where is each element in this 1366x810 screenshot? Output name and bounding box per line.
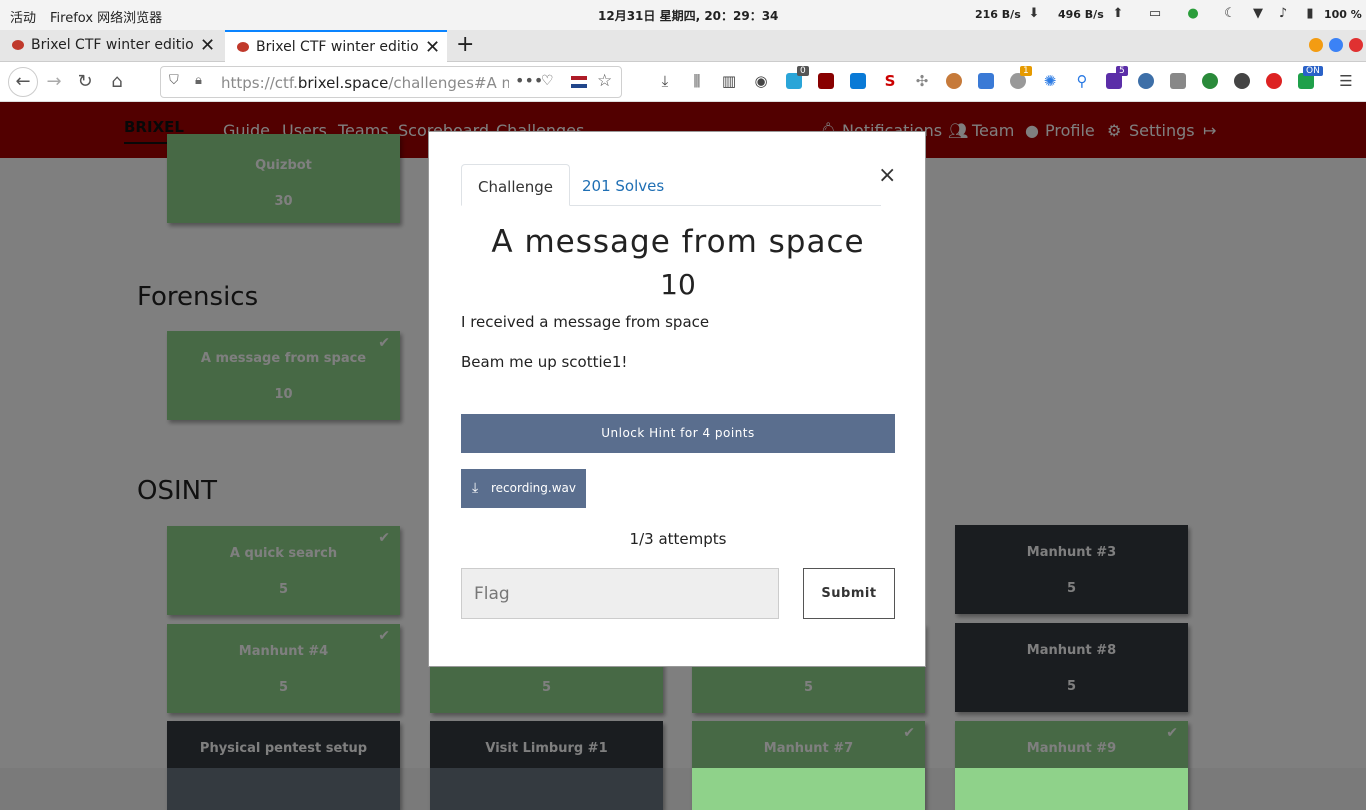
browser-tab[interactable]: Brixel CTF winter edition ✕ [0,30,222,62]
green-extension-icon[interactable] [1202,73,1218,89]
url-text[interactable]: https://ctf.brixel.space/challenges#A me [221,74,509,92]
extension-badge: 0 [797,66,809,76]
extension-badge: 5 [1116,66,1128,76]
net-up-speed: 496 B/s [1058,8,1104,21]
netherlands-flag-icon[interactable] [571,76,587,88]
red-extension-icon[interactable] [1266,73,1282,89]
favicon-icon [237,42,249,52]
container-extension-icon[interactable] [1170,73,1186,89]
tracking-shield-icon[interactable]: ⛉ [169,73,179,88]
close-tab-icon[interactable]: ✕ [425,37,440,58]
browser-tab-bar: Brixel CTF winter edition ✕ Brixel CTF w… [0,30,1366,62]
submit-button[interactable]: Submit [803,568,895,619]
browser-tab-active[interactable]: Brixel CTF winter edition ✕ [225,30,447,62]
app-menu[interactable]: Firefox 网络浏览器 [50,7,162,26]
globe-extension-icon[interactable] [1138,73,1154,89]
s-extension-icon[interactable]: S [882,73,898,89]
arrow-up-icon: ⬆ [1112,6,1124,21]
close-icon[interactable]: × [878,163,896,188]
sidebar-icon[interactable]: ▥ [721,73,737,89]
forward-arrow-icon[interactable]: → [42,70,66,94]
close-tab-icon[interactable]: ✕ [200,35,215,56]
tab-solves[interactable]: 201 Solves [566,164,680,206]
downloads-icon[interactable]: ⤓ [657,73,673,89]
modal-tabs: Challenge 201 Solves [461,164,881,206]
battery-percent: 100 % [1324,8,1362,21]
lock-icon[interactable]: 🔒︎ [195,73,202,88]
bug-extension-icon[interactable]: ✺ [1042,73,1058,89]
window-maximize-button[interactable] [1329,38,1343,52]
new-tab-icon[interactable]: + [456,32,474,57]
account-icon[interactable]: ◉ [753,73,769,89]
battery-icon[interactable]: ▮ [1302,6,1318,22]
extension-badge: ON [1303,66,1323,76]
challenge-value: 10 [660,268,696,301]
wifi-icon[interactable]: ▼ [1250,6,1266,22]
pin-extension-icon[interactable]: ⚲ [1074,73,1090,89]
library-icon[interactable]: ⫼ [689,73,705,89]
doc-extension-icon[interactable] [978,73,994,89]
unlock-hint-button[interactable]: Unlock Hint for 4 points [461,414,895,453]
system-top-bar: 活动 Firefox 网络浏览器 12月31日 星期四, 20：29：34 21… [0,0,1366,30]
arrow-down-icon: ⬇ [1028,6,1040,21]
home-icon[interactable]: ⌂ [105,70,129,94]
file-name: recording.wav [491,481,576,495]
ublock-icon[interactable] [818,73,834,89]
tab-challenge[interactable]: Challenge [461,164,570,206]
bookmark-star-icon[interactable]: ☆ [597,71,612,91]
challenge-modal: Challenge 201 Solves × A message from sp… [428,131,926,667]
hamburger-menu-icon[interactable]: ☰ [1338,73,1354,89]
page-actions-icon[interactable]: ••• [515,71,543,90]
tab-title: Brixel CTF winter edition [31,37,193,53]
puzzle-extension-icon[interactable]: ✣ [914,73,930,89]
back-arrow-icon[interactable]: ← [8,67,38,97]
volume-icon[interactable]: ♪ [1275,6,1291,22]
window-minimize-button[interactable] [1309,38,1323,52]
window-close-button[interactable] [1349,38,1363,52]
flag-input[interactable] [461,568,779,619]
extension-badge: 1 [1020,66,1032,76]
tray-green-icon[interactable]: ● [1185,6,1201,22]
challenge-description: I received a message from space [461,313,710,331]
download-file-button[interactable]: ⤓ recording.wav [461,469,586,508]
activities-button[interactable]: 活动 [10,7,36,26]
tray-box-icon[interactable]: ▭ [1147,6,1163,22]
night-moon-icon[interactable]: ☾ [1222,6,1238,22]
browser-nav-bar: ← → ↻ ⌂ ⛉ 🔒︎ https://ctf.brixel.space/ch… [0,62,1366,102]
url-bar[interactable]: ⛉ 🔒︎ https://ctf.brixel.space/challenges… [160,66,622,98]
reload-icon[interactable]: ↻ [73,70,97,94]
dark-extension-icon[interactable] [1234,73,1250,89]
download-icon: ⤓ [472,480,479,496]
attempts-counter: 1/3 attempts [629,530,727,548]
cookie-icon[interactable] [946,73,962,89]
challenge-title: A message from space [491,224,865,260]
favicon-icon [12,40,24,50]
skype-icon[interactable] [850,73,866,89]
net-down-speed: 216 B/s [975,8,1021,21]
clock[interactable]: 12月31日 星期四, 20：29：34 [598,7,778,24]
challenge-description: Beam me up scottie1! [461,353,628,371]
tab-title: Brixel CTF winter edition [256,39,418,55]
pocket-icon[interactable]: ♡ [541,73,554,89]
